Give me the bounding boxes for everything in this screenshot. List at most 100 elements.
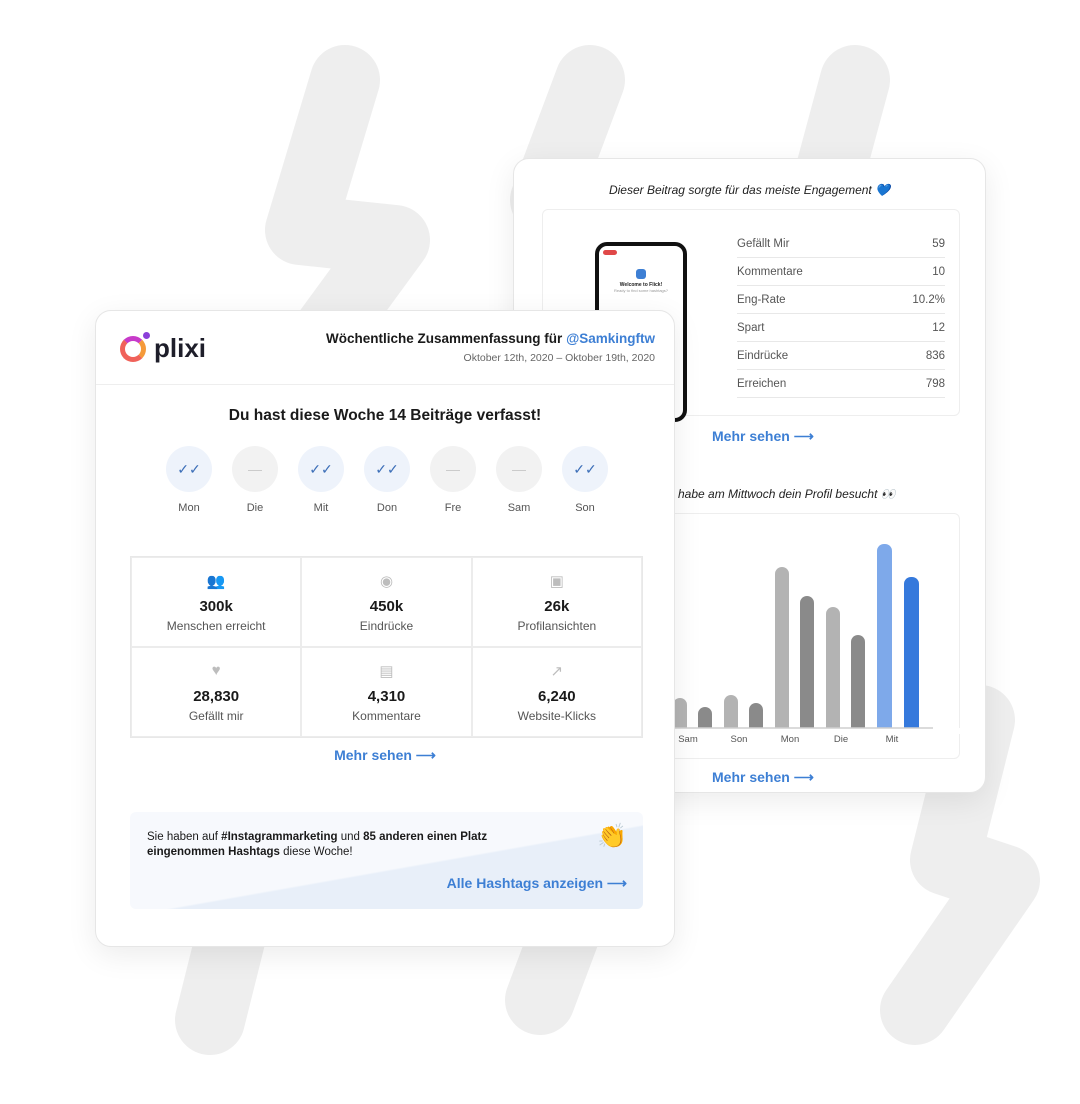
stat-value: 798 bbox=[925, 377, 945, 390]
stat-row: Spart 12 bbox=[737, 314, 945, 342]
metric-label: Gefällt mir bbox=[188, 709, 244, 723]
hashtag-message: Sie haben auf #Instagrammarketing und 85… bbox=[147, 830, 497, 860]
bar-mit-1 bbox=[877, 544, 892, 734]
phone-sub: Ready to find some hashtags? bbox=[613, 288, 669, 293]
stat-row: Kommentare 10 bbox=[737, 258, 945, 286]
bar-mit-2 bbox=[904, 577, 919, 734]
more-link-top-post[interactable]: Mehr sehen ⟶ bbox=[712, 428, 814, 445]
x-tick-label: Son bbox=[731, 734, 748, 745]
metric-cell: ♥ 28,830 Gefällt mir bbox=[131, 647, 302, 737]
heart-icon: ♥ bbox=[211, 662, 221, 679]
day-mon: ✓✓ Mon bbox=[166, 446, 212, 514]
metric-cell: ↗ 6,240 Website-Klicks bbox=[471, 647, 642, 737]
stat-value: 59 bbox=[932, 237, 945, 250]
app-icon bbox=[636, 269, 646, 279]
all-hashtags-link[interactable]: Alle Hashtags anzeigen ⟶ bbox=[447, 875, 627, 892]
stat-row: Gefällt Mir 59 bbox=[737, 230, 945, 258]
metric-cell: ▣ 26k Profilansichten bbox=[471, 557, 642, 647]
metric-value: 4,310 bbox=[367, 688, 406, 705]
logo-text: plixi bbox=[154, 333, 207, 363]
hashtag-banner: Sie haben auf #Instagrammarketing und 85… bbox=[130, 812, 643, 909]
metric-value: 28,830 bbox=[193, 688, 240, 705]
stat-row: Eindrücke 836 bbox=[737, 342, 945, 370]
day-label: Mon bbox=[178, 502, 200, 514]
summary-header: plixi Wöchentliche Zusammenfassung für @… bbox=[96, 311, 674, 385]
phone-status-pill bbox=[603, 250, 617, 255]
day-label: Die bbox=[246, 502, 264, 514]
metric-label: Website-Klicks bbox=[517, 709, 597, 723]
stat-label: Kommentare bbox=[737, 265, 803, 278]
metric-label: Menschen erreicht bbox=[166, 619, 266, 633]
bar-die-1 bbox=[826, 607, 840, 734]
posts-headline: Du hast diese Woche 14 Beiträge verfasst… bbox=[228, 407, 542, 424]
eye-icon: ◉ bbox=[379, 573, 394, 590]
stat-row: Eng-Rate 10.2% bbox=[737, 286, 945, 314]
double-check-icon: ✓✓ bbox=[364, 446, 410, 492]
account-handle[interactable]: @Samkingftw bbox=[566, 331, 655, 346]
day-label: Fre bbox=[444, 502, 462, 514]
double-check-icon: ✓✓ bbox=[562, 446, 608, 492]
stat-value: 10 bbox=[932, 265, 945, 278]
double-check-icon: ✓✓ bbox=[166, 446, 212, 492]
people-icon: 👥 bbox=[206, 573, 226, 590]
day-son: ✓✓ Son bbox=[562, 446, 608, 514]
metric-cell: ◉ 450k Eindrücke bbox=[301, 557, 472, 647]
summary-title: Wöchentliche Zusammenfassung für bbox=[326, 331, 563, 346]
logo-ring-icon bbox=[120, 331, 150, 362]
metric-label: Profilansichten bbox=[517, 619, 597, 633]
stat-label: Gefällt Mir bbox=[737, 237, 790, 250]
bar-mon-2 bbox=[800, 596, 814, 734]
stat-value: 12 bbox=[932, 321, 945, 334]
hashtag-text: und bbox=[337, 831, 364, 843]
metrics-grid: 👥 300k Menschen erreicht ◉ 450k Eindrücke ▣ 26k… bbox=[130, 556, 643, 738]
date-range: Oktober 12th, 2020 – Oktober 19th, 2020 bbox=[463, 352, 655, 364]
day-mit: ✓✓ Mit bbox=[298, 446, 344, 514]
stat-value: 10.2% bbox=[912, 293, 945, 306]
stat-label: Erreichen bbox=[737, 377, 787, 390]
bar-die-2 bbox=[851, 635, 865, 734]
hashtag-text: Sie haben auf bbox=[147, 831, 222, 843]
dash-icon: — bbox=[430, 446, 476, 492]
comment-icon: ▤ bbox=[379, 663, 394, 680]
profile-icon: ▣ bbox=[549, 573, 564, 590]
x-tick-label: Die bbox=[834, 734, 848, 745]
post-stats-list: Gefällt Mir 59 Kommentare 10 Eng-Rate 10.2%… bbox=[737, 230, 945, 398]
metric-value: 6,240 bbox=[538, 688, 576, 705]
metric-cell: ▤ 4,310 Kommentare bbox=[301, 647, 472, 737]
hashtag-text: diese Woche! bbox=[279, 846, 353, 858]
top-post-title: Dieser Beitrag sorgte für das meiste Eng… bbox=[608, 183, 891, 197]
hashtag-tag: #Instagrammarketing bbox=[221, 831, 338, 843]
weekday-posts: ✓✓ Mon — Die ✓✓ Mit ✓✓ Don — Fre — Sam ✓✓ Son bbox=[166, 446, 608, 514]
double-check-icon: ✓✓ bbox=[298, 446, 344, 492]
stat-value: 836 bbox=[925, 349, 945, 362]
day-label: Sam bbox=[507, 502, 531, 514]
stat-label: Spart bbox=[737, 321, 765, 334]
metric-cell: 👥 300k Menschen erreicht bbox=[131, 557, 302, 647]
stat-label: Eindrücke bbox=[737, 349, 789, 362]
more-link-metrics[interactable]: Mehr sehen ⟶ bbox=[96, 747, 674, 764]
x-tick-label: Sam bbox=[678, 734, 698, 745]
dash-icon: — bbox=[496, 446, 542, 492]
profile-visits-title: habe am Mittwoch dein Profil besucht 👀 bbox=[678, 487, 896, 501]
clapping-hands-icon: 👏 bbox=[597, 823, 627, 850]
arrow-up-right-icon: ↗ bbox=[550, 663, 564, 680]
day-label: Mit bbox=[313, 502, 329, 514]
x-tick-label: Mit bbox=[886, 734, 899, 745]
plixi-logo: plixi bbox=[120, 331, 207, 364]
day-sam: — Sam bbox=[496, 446, 542, 514]
metric-label: Kommentare bbox=[352, 709, 421, 723]
day-die: — Die bbox=[232, 446, 278, 514]
more-link-chart[interactable]: Mehr sehen ⟶ bbox=[712, 769, 814, 786]
weekly-summary-card: plixi Wöchentliche Zusammenfassung für @… bbox=[95, 310, 675, 947]
stat-row: Erreichen 798 bbox=[737, 370, 945, 398]
day-label: Don bbox=[376, 502, 398, 514]
day-label: Son bbox=[575, 502, 595, 514]
metric-value: 26k bbox=[544, 598, 570, 615]
metric-value: 450k bbox=[369, 598, 404, 615]
stat-label: Eng-Rate bbox=[737, 293, 786, 306]
metric-label: Eindrücke bbox=[359, 619, 414, 633]
x-tick-label: Mon bbox=[781, 734, 799, 745]
metric-value: 300k bbox=[199, 598, 233, 615]
day-don: ✓✓ Don bbox=[364, 446, 410, 514]
day-fre: — Fre bbox=[430, 446, 476, 514]
